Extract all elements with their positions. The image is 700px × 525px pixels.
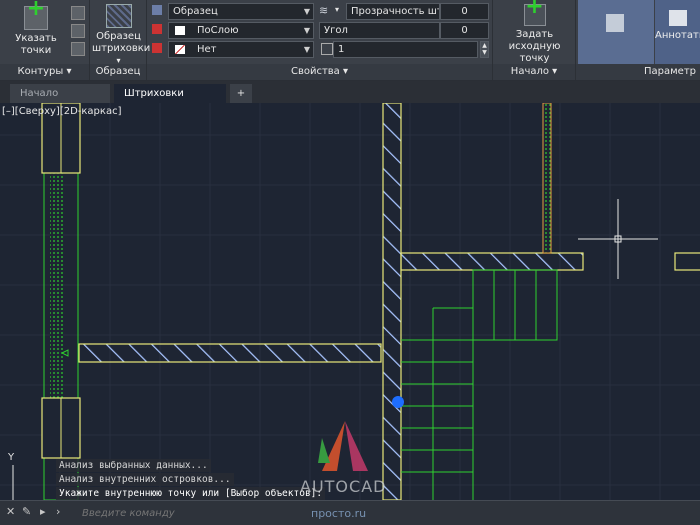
contours-panel: Указать точки Контуры ▾	[0, 0, 90, 80]
watermark-brand: AUTOCAD	[300, 477, 387, 496]
transparency-value-input[interactable]: 0	[440, 3, 489, 20]
hatched-slab[interactable]	[400, 252, 584, 271]
hatch-type-value: Образец	[173, 6, 218, 17]
chevron-down-icon: ▼	[303, 26, 310, 35]
properties-panel-title[interactable]: Свойства ▾	[147, 64, 492, 80]
pattern-panel: Образец штриховки ▾ Образец	[90, 0, 150, 80]
hatch-color-icon	[152, 24, 162, 34]
hatch-type-select[interactable]: Образец ▼	[168, 3, 314, 20]
transparency-field[interactable]: Прозрачность штр...	[346, 3, 440, 20]
right-column[interactable]	[542, 103, 552, 254]
file-tab-bar: Начало Штриховки 2018* +	[0, 81, 700, 118]
no-color-swatch	[175, 45, 185, 54]
hatch-color-select[interactable]: ПоСлою ▼	[168, 22, 314, 39]
hatched-wall-vertical[interactable]	[382, 103, 402, 500]
set-origin-icon	[523, 1, 546, 26]
options-panel: Аннотати Параметр	[576, 0, 700, 80]
background-color-value: Нет	[197, 44, 217, 55]
origin-panel: Задать исходную точку Начало ▾	[493, 0, 576, 80]
close-icon[interactable]: ✕	[6, 505, 15, 518]
pick-points-label: Указать точки	[15, 33, 57, 56]
scale-spinner[interactable]: ▲ ▼	[480, 41, 489, 58]
left-wall[interactable]	[41, 103, 81, 500]
origin-panel-title[interactable]: Начало ▾	[493, 64, 575, 80]
hatch-type-icon	[152, 5, 162, 15]
chevron-down-icon: ▾	[335, 5, 340, 14]
hatch-pattern-button[interactable]: Образец штриховки ▾	[92, 4, 150, 67]
transparency-label: Прозрачность штр...	[351, 6, 439, 17]
contours-panel-title[interactable]: Контуры ▾	[0, 64, 89, 80]
wall-fragment-right[interactable]	[674, 252, 700, 271]
angle-field[interactable]: Угол	[319, 22, 440, 39]
annotative-icon	[668, 10, 687, 26]
tab-hatches-2018[interactable]: Штриховки 2018*	[114, 84, 226, 118]
command-history-line-2: Анализ внутренних островков...	[56, 473, 234, 486]
command-input[interactable]	[80, 504, 314, 522]
command-prompt-icon: ›	[56, 505, 61, 518]
chevron-down-icon: ▼	[303, 45, 310, 54]
command-history-line-1: Анализ выбранных данных...	[56, 459, 211, 472]
annotative-button[interactable]: Аннотати	[655, 0, 700, 64]
pick-points-icon	[24, 3, 48, 30]
pattern-panel-title: Образец	[90, 64, 146, 80]
associative-icon	[606, 14, 624, 32]
annotative-label: Аннотати	[655, 30, 700, 41]
set-origin-button[interactable]: Задать исходную точку	[495, 1, 574, 65]
chevron-down-icon: ▼	[303, 7, 310, 16]
transparency-icon: ≋	[319, 4, 329, 17]
hatched-beam-horizontal[interactable]	[78, 343, 382, 363]
command-line-bar: ✕ ✎ ▸ › просто.ru	[0, 500, 700, 525]
scale-value: 1	[338, 44, 345, 55]
history-toggle-icon[interactable]: ▸	[40, 505, 46, 518]
watermark-site: просто.ru	[311, 507, 367, 520]
set-origin-label: Задать исходную точку	[508, 29, 561, 64]
recreate-boundary-icon[interactable]	[71, 42, 85, 56]
grip-point[interactable]	[392, 396, 404, 408]
ribbon: Указать точки Контуры ▾ Образец штриховк…	[0, 0, 700, 81]
hatch-pattern-label: Образец штриховки	[92, 31, 151, 54]
scale-input[interactable]: 1	[333, 41, 478, 58]
select-objects-icon[interactable]	[71, 6, 85, 20]
drawing-canvas[interactable]: [–][Сверху][2D-каркас] Y Анализ выбранны…	[0, 103, 700, 500]
properties-panel: Образец ▼ ПоСлою ▼ Нет ▼ ≋ ▾ Прозрачность ш…	[147, 0, 493, 80]
hatch-pattern-icon	[105, 4, 132, 28]
background-color-select[interactable]: Нет ▼	[168, 41, 314, 58]
wrench-icon[interactable]: ✎	[22, 505, 31, 518]
options-panel-title[interactable]: Параметр	[576, 64, 700, 80]
new-tab-button[interactable]: +	[230, 84, 252, 103]
ucs-y-label: Y	[8, 452, 15, 463]
angle-value-input[interactable]: 0	[440, 22, 489, 39]
color-swatch	[175, 26, 185, 35]
remove-boundary-icon[interactable]	[71, 24, 85, 38]
tab-start[interactable]: Начало	[10, 84, 110, 103]
drawing-svg[interactable]	[0, 103, 700, 500]
background-color-icon	[152, 43, 162, 53]
viewport-controls[interactable]: [–][Сверху][2D-каркас]	[2, 106, 121, 117]
angle-label: Угол	[324, 25, 348, 36]
scale-icon	[321, 43, 333, 55]
hatch-color-value: ПоСлою	[197, 25, 239, 36]
pick-points-button[interactable]: Указать точки	[2, 3, 70, 57]
crosshair-cursor	[578, 199, 658, 279]
command-prompt-line: Укажите внутреннюю точку или [Выбор объе…	[56, 487, 326, 500]
associative-button[interactable]	[578, 0, 654, 64]
